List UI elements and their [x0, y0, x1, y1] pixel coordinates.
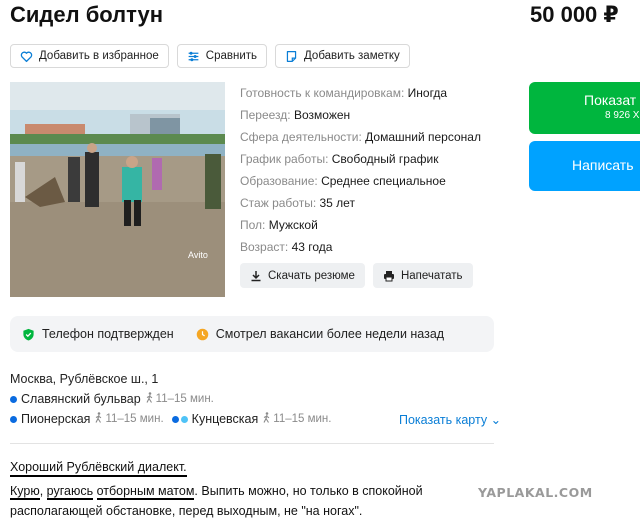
address: Москва, Рублёвское ш., 1 [10, 372, 159, 386]
phone-verified-label: Телефон подтвержден [42, 327, 174, 341]
add-to-favorites-button[interactable]: Добавить в избранное [10, 44, 169, 68]
phone-preview: 8 926 X [605, 110, 640, 121]
note-icon [286, 50, 297, 62]
description-text-part: , [39, 484, 47, 498]
metro-dot-secondary [180, 415, 188, 423]
download-resume-label: Скачать резюме [268, 269, 355, 282]
resume-details: Готовность к командировкам: Иногда Перее… [240, 82, 510, 258]
beach-photo-image: Avito [10, 82, 225, 297]
download-icon [251, 270, 261, 281]
metro-dot [10, 415, 17, 423]
listing-price: 50 000 ₽ [530, 2, 619, 27]
detail-business-trips: Готовность к командировкам: Иногда [240, 82, 510, 104]
walking-person-icon [95, 412, 102, 423]
listing-actions: Добавить в избранное Сравнить Добавить з… [10, 44, 410, 68]
resume-actions: Скачать резюме Напечатать [240, 263, 473, 288]
heart-icon [20, 51, 33, 62]
walking-person-icon [146, 392, 152, 403]
metro-station: Пионерская 11–15 мин. [10, 410, 164, 428]
metro-station: Кунцевская 11–15 мин. [171, 410, 331, 428]
viewed-vacancies-badge: Смотрел вакансии более недели назад [196, 327, 444, 341]
printer-icon [383, 270, 394, 281]
detail-key: График работы: [240, 152, 329, 166]
detail-key: Образование: [240, 174, 318, 188]
detail-value: Мужской [268, 218, 318, 232]
description-line-1: Хороший Рублёвский диалект. [10, 460, 187, 477]
metro-name: Кунцевская [191, 412, 259, 426]
description-line-1-text: Хороший Рублёвский диалект. [10, 460, 187, 477]
compare-button[interactable]: Сравнить [176, 44, 268, 68]
walk-time-label: 11–15 мин. [155, 393, 214, 405]
detail-key: Стаж работы: [240, 196, 317, 210]
detail-key: Возраст: [240, 240, 289, 254]
detail-age: Возраст: 43 года [240, 236, 510, 258]
clock-icon [196, 328, 208, 340]
walk-time: 11–15 мин. [94, 410, 164, 428]
detail-value: 35 лет [319, 196, 355, 210]
metro-list-row-2: Пионерская 11–15 мин. Кунцевская 11–15 м… [10, 410, 331, 428]
add-to-favorites-label: Добавить в избранное [39, 50, 159, 62]
phone-verified-badge: Телефон подтвержден [22, 327, 174, 341]
walk-time-label: 11–15 мин. [105, 413, 164, 425]
site-watermark: YAPLAKAL.COM [478, 485, 593, 500]
chevron-down-icon: ⌄ [490, 413, 502, 427]
detail-relocation: Переезд: Возможен [240, 104, 510, 126]
detail-value: Свободный график [331, 152, 439, 166]
metro-station: Славянский бульвар 11–15 мин. [10, 390, 214, 408]
write-message-button[interactable]: Написать [529, 141, 640, 191]
walking-person-icon [263, 412, 270, 423]
walk-time: 11–15 мин. [262, 410, 331, 428]
print-button[interactable]: Напечатать [372, 263, 473, 288]
compare-icon [188, 51, 199, 61]
add-note-label: Добавить заметку [304, 50, 400, 62]
walk-time: 11–15 мин. [145, 390, 214, 408]
detail-value: Иногда [407, 86, 448, 100]
detail-education: Образование: Среднее специальное [240, 170, 510, 192]
detail-value: Возможен [293, 108, 351, 122]
description-underlined-text: Курю [10, 484, 40, 500]
detail-key: Сфера деятельности: [240, 130, 362, 144]
download-resume-button[interactable]: Скачать резюме [240, 263, 365, 288]
photo-watermark: Avito [188, 250, 208, 260]
section-divider [10, 443, 494, 444]
listing-photo[interactable]: Avito [10, 82, 225, 297]
detail-experience: Стаж работы: 35 лет [240, 192, 510, 214]
detail-key: Переезд: [240, 108, 291, 122]
detail-schedule: График работы: Свободный график [240, 148, 510, 170]
detail-value: Среднее специальное [321, 174, 446, 188]
detail-value: 43 года [291, 240, 333, 254]
detail-gender: Пол: Мужской [240, 214, 510, 236]
description-underlined-text: ругаюсь [46, 484, 94, 500]
metro-dot [10, 395, 17, 403]
add-note-button[interactable]: Добавить заметку [275, 44, 410, 68]
show-phone-button[interactable]: Показат 8 926 X [529, 82, 640, 134]
viewed-vacancies-label: Смотрел вакансии более недели назад [215, 327, 445, 341]
description-text: Курю, ругаюсь отборным матом. Выпить мож… [10, 481, 450, 521]
detail-key: Готовность к командировкам: [240, 86, 405, 100]
show-map-link[interactable]: Показать карту ⌄ [399, 412, 501, 427]
listing-title: Сидел болтун [10, 2, 164, 27]
show-map-label: Показать карту [399, 413, 488, 427]
detail-field: Сфера деятельности: Домашний персонал [240, 126, 510, 148]
metro-name: Пионерская [21, 412, 91, 426]
metro-name: Славянский бульвар [21, 392, 141, 406]
trust-badges: Телефон подтвержден Смотрел вакансии бол… [10, 316, 494, 352]
compare-label: Сравнить [205, 50, 258, 62]
metro-dot [171, 415, 179, 423]
print-label: Напечатать [400, 269, 463, 282]
description-underlined-text: отборным матом [96, 484, 195, 500]
detail-key: Пол: [240, 218, 266, 232]
shield-check-icon [23, 328, 34, 341]
walk-time-label: 11–15 мин. [273, 413, 332, 425]
show-phone-label: Показат [584, 92, 637, 108]
metro-list: Славянский бульвар 11–15 мин. [10, 390, 214, 408]
detail-value: Домашний персонал [365, 130, 481, 144]
